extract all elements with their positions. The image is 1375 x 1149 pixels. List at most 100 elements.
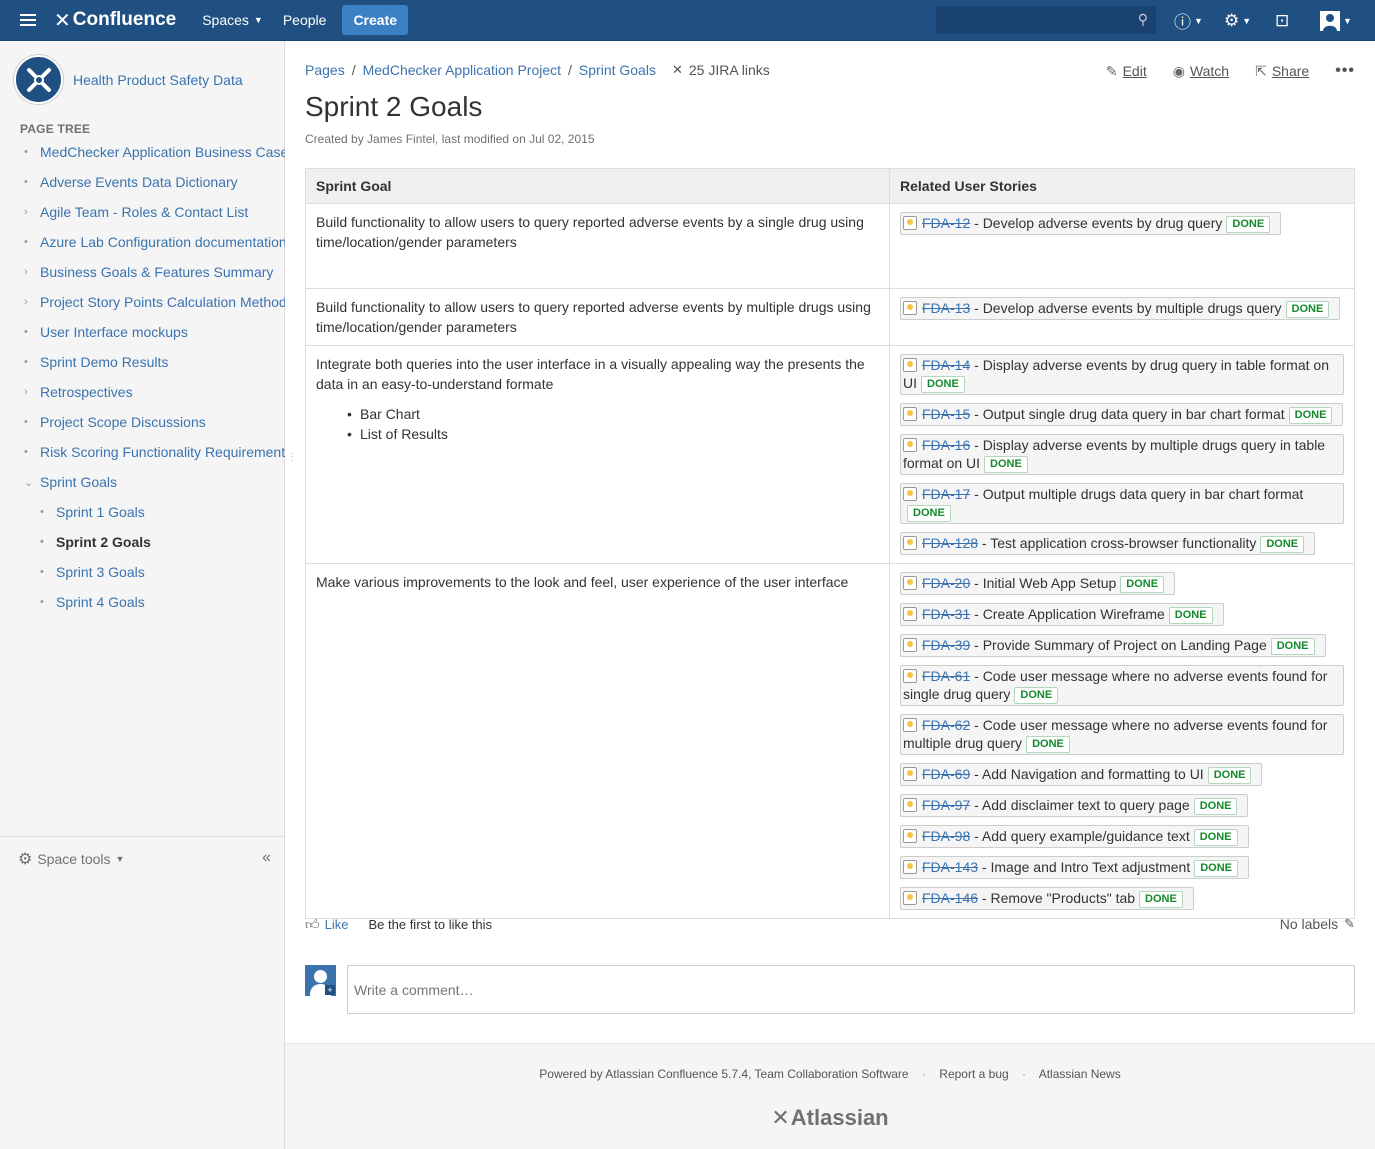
issue-key-link[interactable]: FDA-62	[922, 717, 970, 733]
status-badge: DONE	[907, 505, 951, 522]
sidebar-item[interactable]: › Agile Team - Roles & Contact List	[0, 197, 285, 227]
labels-section[interactable]: No labels ✎	[1280, 916, 1355, 932]
sidebar-item[interactable]: ⌄ Sprint Goals	[0, 467, 285, 497]
sprint-goal-text: Build functionality to allow users to qu…	[316, 214, 864, 250]
story-icon	[903, 536, 917, 550]
people-link[interactable]: People	[273, 0, 337, 41]
atlassian-news-link[interactable]: Atlassian News	[1039, 1067, 1121, 1081]
breadcrumb-pages[interactable]: Pages	[305, 62, 345, 78]
issue-key-link[interactable]: FDA-98	[922, 828, 970, 844]
issue-separator: -	[970, 437, 983, 453]
breadcrumb-project[interactable]: MedChecker Application Project	[363, 62, 561, 78]
status-badge: DONE	[1026, 736, 1070, 753]
page-byline: Created by James Fintel, last modified o…	[305, 132, 595, 146]
table-row: Build functionality to allow users to qu…	[305, 203, 1355, 289]
chevron-right-icon[interactable]: ›	[0, 296, 40, 308]
jira-links[interactable]: ✕ 25 JIRA links	[672, 62, 770, 78]
space-logo[interactable]	[14, 55, 63, 104]
chevron-down-icon[interactable]: ⌄	[0, 476, 40, 489]
sidebar-item-label: Agile Team - Roles & Contact List	[40, 204, 249, 220]
more-actions-icon[interactable]: •••	[1335, 62, 1355, 80]
notifications-button[interactable]: ⊡	[1275, 0, 1289, 41]
issue-summary: Add query example/guidance text	[981, 828, 1190, 844]
help-menu[interactable]: ⓘ ▼	[1174, 0, 1203, 41]
issue-key-link[interactable]: FDA-146	[922, 890, 978, 906]
avatar-head	[314, 970, 327, 983]
like-bar: 👍︎ Like Be the first to like this No lab…	[305, 914, 1355, 934]
menu-icon[interactable]	[8, 0, 48, 41]
jira-issue: FDA-13 - Develop adverse events by multi…	[900, 297, 1341, 320]
issue-key-link[interactable]: FDA-14	[922, 357, 970, 373]
powered-by-link[interactable]: Powered by Atlassian Confluence 5.7.4, T…	[539, 1067, 908, 1081]
space-name[interactable]: Health Product Safety Data	[73, 72, 243, 88]
sidebar-item[interactable]: › Business Goals & Features Summary	[0, 257, 285, 287]
plus-icon: +	[325, 985, 335, 995]
related-stories-cell: FDA-13 - Develop adverse events by multi…	[889, 288, 1355, 346]
page-title: Sprint 2 Goals	[305, 91, 483, 122]
top-navigation: ✕ Confluence Spaces ▼ People Create ⚲ ⓘ ▼…	[0, 0, 1375, 41]
sidebar-item-label: Sprint Goals	[40, 474, 118, 490]
breadcrumb-sprint-goals[interactable]: Sprint Goals	[579, 62, 656, 78]
issue-key-link[interactable]: FDA-31	[922, 606, 970, 622]
issue-key-link[interactable]: FDA-69	[922, 766, 970, 782]
watch-button[interactable]: ◉ Watch	[1173, 63, 1229, 80]
crossed-tools-icon	[26, 67, 51, 92]
sidebar-item[interactable]: • MedChecker Application Business Case	[0, 137, 285, 167]
issue-key-link[interactable]: FDA-97	[922, 797, 970, 813]
sidebar-item[interactable]: • Azure Lab Configuration documentation	[0, 227, 285, 257]
chevron-right-icon[interactable]: ›	[0, 206, 40, 218]
bullet-icon: •	[24, 236, 28, 248]
column-header-related-stories: Related User Stories	[889, 168, 1355, 204]
create-button[interactable]: Create	[342, 5, 409, 35]
report-bug-link[interactable]: Report a bug	[939, 1067, 1008, 1081]
space-header[interactable]: Health Product Safety Data	[14, 55, 243, 104]
issue-key-link[interactable]: FDA-20	[922, 575, 970, 591]
issue-key-link[interactable]: FDA-17	[922, 486, 970, 502]
space-tools-menu[interactable]: Space tools	[37, 851, 110, 867]
atlassian-logo[interactable]: ✕Atlassian	[285, 1105, 1375, 1131]
sidebar-item[interactable]: • Sprint 3 Goals	[0, 557, 285, 587]
user-menu[interactable]: ▼	[1320, 0, 1352, 41]
gear-icon: ⚙	[1224, 10, 1240, 30]
issue-key-link[interactable]: FDA-12	[922, 215, 970, 231]
sidebar-resize-handle[interactable]: ⋮	[287, 452, 297, 463]
sidebar-item[interactable]: • Sprint 2 Goals	[0, 527, 285, 557]
issue-key-link[interactable]: FDA-39	[922, 637, 970, 653]
sidebar-item[interactable]: • Project Scope Discussions	[0, 407, 285, 437]
issue-key-link[interactable]: FDA-61	[922, 668, 970, 684]
spaces-menu[interactable]: Spaces ▼	[192, 0, 273, 41]
search-input[interactable]: ⚲	[936, 6, 1156, 34]
issue-key-link[interactable]: FDA-13	[922, 300, 970, 316]
like-summary: Be the first to like this	[368, 916, 493, 932]
sidebar-item-label: Business Goals & Features Summary	[40, 264, 274, 280]
edit-button[interactable]: ✎ Edit	[1106, 63, 1147, 80]
sidebar-item[interactable]: • Sprint 4 Goals	[0, 587, 285, 617]
sidebar-item[interactable]: • Sprint Demo Results	[0, 347, 285, 377]
comment-input[interactable]	[347, 965, 1355, 1014]
jira-issue: FDA-98 - Add query example/guidance text…	[900, 825, 1249, 848]
collapse-sidebar-icon[interactable]: «	[262, 849, 271, 867]
issue-key-link[interactable]: FDA-143	[922, 859, 978, 875]
sidebar-item[interactable]: • Sprint 1 Goals	[0, 497, 285, 527]
sidebar-item[interactable]: › Retrospectives	[0, 377, 285, 407]
sidebar-item[interactable]: • Risk Scoring Functionality Requirements	[0, 437, 285, 467]
sidebar-item[interactable]: › Project Story Points Calculation Method	[0, 287, 285, 317]
help-icon: ⓘ	[1174, 13, 1191, 32]
footer-separator: ·	[921, 1067, 926, 1081]
confluence-logo[interactable]: ✕ Confluence	[54, 8, 176, 33]
chevron-right-icon[interactable]: ›	[0, 386, 40, 398]
issue-key-link[interactable]: FDA-15	[922, 406, 970, 422]
share-button[interactable]: ⇱ Share	[1255, 63, 1309, 80]
settings-menu[interactable]: ⚙ ▼	[1224, 0, 1251, 41]
issue-separator: -	[978, 535, 991, 551]
issue-key-link[interactable]: FDA-16	[922, 437, 970, 453]
sidebar-item[interactable]: • Adverse Events Data Dictionary	[0, 167, 285, 197]
gear-icon: ⚙	[18, 850, 33, 868]
like-button[interactable]: 👍︎ Like	[305, 916, 349, 933]
chevron-right-icon[interactable]: ›	[0, 266, 40, 278]
jira-issue: FDA-146 - Remove "Products" tab DONE	[900, 887, 1194, 910]
sidebar-item[interactable]: • User Interface mockups	[0, 317, 285, 347]
issue-summary: Remove "Products" tab	[990, 890, 1136, 906]
status-badge: DONE	[1270, 638, 1315, 655]
issue-key-link[interactable]: FDA-128	[922, 535, 978, 551]
